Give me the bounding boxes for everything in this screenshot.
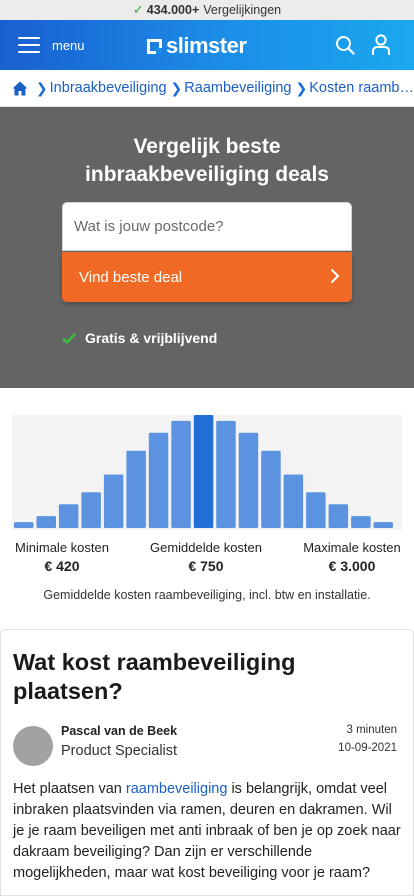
max-cost: Maximale kosten € 3.000 — [298, 540, 406, 574]
article-title: Wat kost raambeveiliging plaatsen? — [13, 649, 296, 704]
chart-bar — [328, 504, 349, 528]
comparison-count: 434.000+ — [146, 3, 200, 17]
chart-bar — [283, 474, 304, 528]
avg-cost-label: Gemiddelde kosten — [149, 540, 262, 555]
chart-bar — [216, 420, 236, 528]
hero-title: Vergelijk beste inbraakbeveiliging deals — [0, 133, 414, 189]
breadcrumb-raambeveiliging[interactable]: Raambeveiliging — [184, 80, 291, 96]
min-cost: Minimale kosten € 420 — [12, 540, 112, 574]
read-time: 3 minuten — [346, 724, 397, 736]
cost-distribution-chart — [12, 415, 402, 530]
slimster-logo[interactable]: slimster — [147, 33, 247, 59]
max-cost-label: Maximale kosten — [303, 540, 401, 555]
hero-title-line2: inbraakbeveiliging deals — [85, 163, 329, 186]
chevron-right-icon — [331, 269, 340, 283]
chart-bar — [238, 432, 259, 528]
chart-bar — [171, 420, 191, 528]
chart-bar — [126, 450, 146, 528]
intro-text-start: Het plaatsen van — [13, 781, 126, 797]
postcode-input[interactable] — [62, 202, 352, 251]
checkmark-icon — [62, 332, 76, 344]
find-deal-label: Vind beste deal — [79, 268, 183, 286]
breadcrumb-separator-icon: ❯ — [170, 79, 183, 96]
chart-bar — [103, 474, 124, 528]
logo-mark-icon — [147, 38, 162, 54]
chart-bar — [373, 522, 393, 528]
breadcrumb-current[interactable]: Kosten raamb… — [309, 80, 414, 96]
publish-date: 10-09-2021 — [338, 742, 397, 754]
chart-bar — [81, 492, 101, 528]
chart-bar — [306, 492, 326, 528]
article-card: Wat kost raambeveiliging plaatsen? Pasca… — [0, 629, 414, 896]
chart-bar — [148, 432, 169, 528]
author-role: Product Specialist — [61, 743, 178, 759]
avatar — [13, 726, 53, 766]
breadcrumb-inbraakbeveiliging[interactable]: Inbraakbeveiliging — [50, 80, 167, 96]
logo-text: slimster — [166, 33, 247, 58]
free-label: Gratis & vrijblijvend — [85, 330, 218, 346]
chart-bar — [36, 516, 56, 528]
breadcrumb-separator-icon: ❯ — [35, 79, 48, 96]
max-cost-value: € 3.000 — [328, 558, 376, 574]
check-icon: ✓ — [132, 2, 144, 17]
top-announcement-bar: ✓ 434.000+ Vergelijkingen — [0, 0, 414, 20]
avg-cost: Gemiddelde kosten € 750 — [141, 540, 271, 574]
cost-chart-section: Minimale kosten € 420 Gemiddelde kosten … — [0, 388, 414, 631]
raambeveiliging-link[interactable]: raambeveiliging — [126, 781, 228, 797]
find-deal-button[interactable]: Vind beste deal — [62, 252, 352, 302]
chart-bar — [351, 516, 371, 528]
chart-note: Gemiddelde kosten raambeveiliging, incl.… — [43, 588, 371, 602]
free-badge: Gratis & vrijblijvend — [62, 330, 217, 346]
min-cost-label: Minimale kosten — [15, 540, 109, 555]
menu-label[interactable]: menu — [52, 38, 85, 53]
home-icon[interactable] — [12, 81, 28, 96]
avg-cost-value: € 750 — [188, 558, 224, 574]
chart-bar — [58, 504, 79, 528]
user-icon[interactable] — [371, 34, 391, 56]
comparison-label: Vergelijkingen — [203, 3, 282, 17]
author-block: Pascal van de Beek Product Specialist 3 … — [13, 723, 401, 773]
breadcrumb-separator-icon: ❯ — [295, 79, 308, 96]
chart-bar — [261, 450, 281, 528]
hero-section: Vergelijk beste inbraakbeveiliging deals… — [0, 107, 414, 388]
menu-icon[interactable] — [18, 37, 40, 54]
site-header: menu slimster — [0, 20, 414, 70]
chart-bar-average — [193, 415, 214, 528]
min-cost-value: € 420 — [44, 558, 80, 574]
hero-title-line1: Vergelijk beste — [133, 135, 281, 158]
author-name: Pascal van de Beek — [61, 724, 178, 738]
breadcrumb: ❯ Inbraakbeveiliging ❯ Raambeveiliging ❯… — [0, 70, 414, 107]
search-icon[interactable] — [335, 35, 355, 55]
chart-bar — [14, 522, 34, 528]
article-intro: Het plaatsen van raambeveiliging is bela… — [13, 779, 401, 884]
